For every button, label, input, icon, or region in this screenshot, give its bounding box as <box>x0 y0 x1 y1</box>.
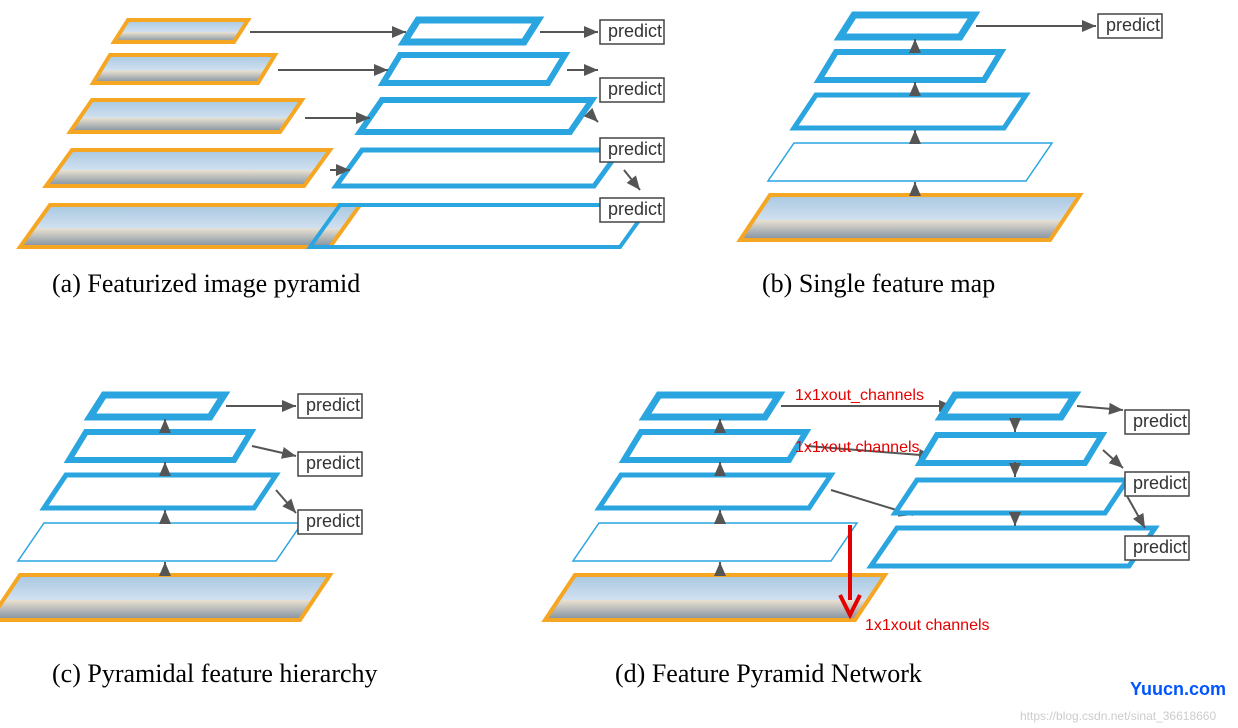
predict-a4: predict <box>600 170 664 222</box>
caption-b: (b) Single feature map <box>762 269 995 298</box>
svg-text:predict: predict <box>1133 537 1187 557</box>
caption-c: (c) Pyramidal feature hierarchy <box>52 659 378 688</box>
svg-text:predict: predict <box>608 21 662 41</box>
predict-c1: predict <box>226 394 362 418</box>
panel-c: predict predict predict (c) Pyramidal fe… <box>0 394 378 688</box>
caption-a: (a) Featurized image pyramid <box>52 269 360 298</box>
annotation-d3: 1x1xout channels <box>865 617 990 634</box>
panel-d: 1x1xout_channels 1x1xout channels predic… <box>545 387 1189 688</box>
svg-text:predict: predict <box>306 511 360 531</box>
annotation-d1: 1x1xout_channels <box>795 387 924 404</box>
panel-b: predict (b) Single feature map <box>740 14 1162 298</box>
svg-text:predict: predict <box>608 139 662 159</box>
svg-text:predict: predict <box>1133 473 1187 493</box>
watermark-yuucn: Yuucn.com <box>1130 679 1226 699</box>
fpn-comparison-figure: predict predict predict predict (a) Feat… <box>0 0 1238 728</box>
svg-text:predict: predict <box>608 79 662 99</box>
predict-a3: predict <box>592 116 664 162</box>
panel-a: predict predict predict predict (a) Feat… <box>20 20 664 298</box>
annotation-d2: 1x1xout channels <box>795 439 920 456</box>
svg-text:predict: predict <box>608 199 662 219</box>
predict-c2: predict <box>252 446 362 476</box>
svg-text:predict: predict <box>1133 411 1187 431</box>
svg-text:predict: predict <box>306 453 360 473</box>
svg-text:predict: predict <box>306 395 360 415</box>
predict-b: predict <box>976 14 1162 38</box>
caption-d: (d) Feature Pyramid Network <box>615 659 922 688</box>
watermark-csdn: https://blog.csdn.net/sinat_36618660 <box>1020 709 1216 723</box>
svg-text:predict: predict <box>1106 15 1160 35</box>
predict-a1: predict <box>540 20 664 44</box>
predict-d1: predict <box>1077 406 1189 434</box>
